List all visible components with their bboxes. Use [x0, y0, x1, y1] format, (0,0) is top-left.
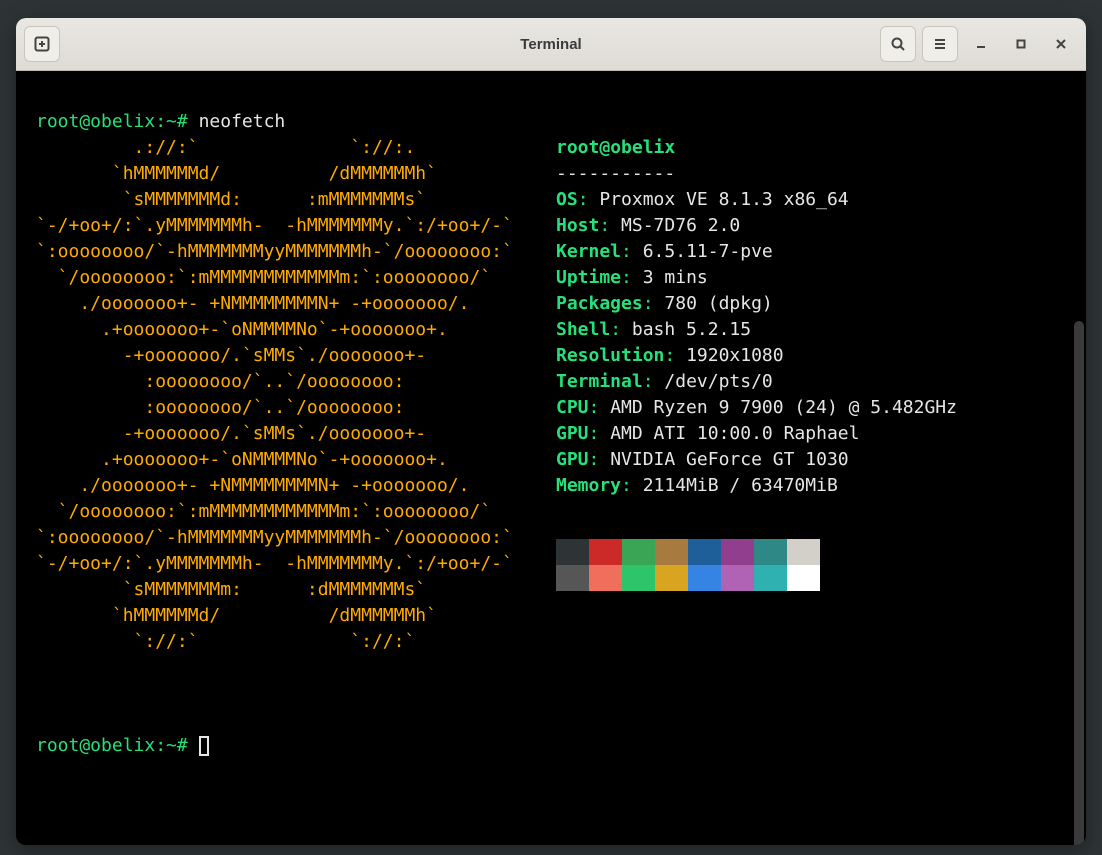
swatch: [655, 539, 688, 565]
color-swatches: [556, 539, 957, 591]
info-line: CPU: AMD Ryzen 9 7900 (24) @ 5.482GHz: [556, 395, 957, 421]
swatch: [754, 565, 787, 591]
swatch: [787, 539, 820, 565]
swatch: [622, 539, 655, 565]
swatch: [556, 565, 589, 591]
menu-button[interactable]: [922, 26, 958, 62]
info-line: Uptime: 3 mins: [556, 265, 957, 291]
info-line: Resolution: 1920x1080: [556, 343, 957, 369]
terminal-viewport[interactable]: root@obelix:~# neofetch .://:` `://:. `h…: [16, 71, 1086, 845]
info-line: Host: MS-7D76 2.0: [556, 213, 957, 239]
swatch: [556, 539, 589, 565]
maximize-icon: [1014, 37, 1028, 51]
swatch: [589, 539, 622, 565]
search-icon: [890, 36, 906, 52]
scrollbar[interactable]: [1074, 321, 1084, 845]
command-text: neofetch: [199, 111, 286, 132]
plus-box-icon: [34, 36, 50, 52]
info-line: OS: Proxmox VE 8.1.3 x86_64: [556, 187, 957, 213]
swatch: [721, 539, 754, 565]
info-line: GPU: NVIDIA GeForce GT 1030: [556, 447, 957, 473]
info-line: Memory: 2114MiB / 63470MiB: [556, 473, 957, 499]
titlebar: Terminal: [16, 18, 1086, 71]
swatch: [688, 539, 721, 565]
swatch: [688, 565, 721, 591]
swatch: [622, 565, 655, 591]
info-line: Terminal: /dev/pts/0: [556, 369, 957, 395]
close-button[interactable]: [1044, 27, 1078, 61]
minimize-icon: [974, 37, 988, 51]
terminal-content: root@obelix:~# neofetch .://:` `://:. `h…: [36, 83, 1066, 845]
swatch: [787, 565, 820, 591]
info-line: Kernel: 6.5.11-7-pve: [556, 239, 957, 265]
info-header: root@obelix: [556, 137, 675, 158]
minimize-button[interactable]: [964, 27, 998, 61]
info-line: Packages: 780 (dpkg): [556, 291, 957, 317]
terminal-window: Terminal root@obelix:~# neofetch .://:` …: [16, 18, 1086, 845]
info-line: Shell: bash 5.2.15: [556, 317, 957, 343]
swatch: [589, 565, 622, 591]
hamburger-icon: [932, 36, 948, 52]
info-line: GPU: AMD ATI 10:00.0 Raphael: [556, 421, 957, 447]
new-tab-button[interactable]: [24, 26, 60, 62]
close-icon: [1054, 37, 1068, 51]
swatch: [754, 539, 787, 565]
search-button[interactable]: [880, 26, 916, 62]
swatch: [655, 565, 688, 591]
cursor: [199, 736, 209, 756]
neofetch-info: root@obelix ----------- OS: Proxmox VE 8…: [556, 109, 957, 617]
prompt-idle: root@obelix:~#: [36, 733, 1066, 759]
maximize-button[interactable]: [1004, 27, 1038, 61]
info-separator: -----------: [556, 163, 675, 184]
prompt-line: root@obelix:~#: [36, 111, 199, 132]
swatch: [721, 565, 754, 591]
